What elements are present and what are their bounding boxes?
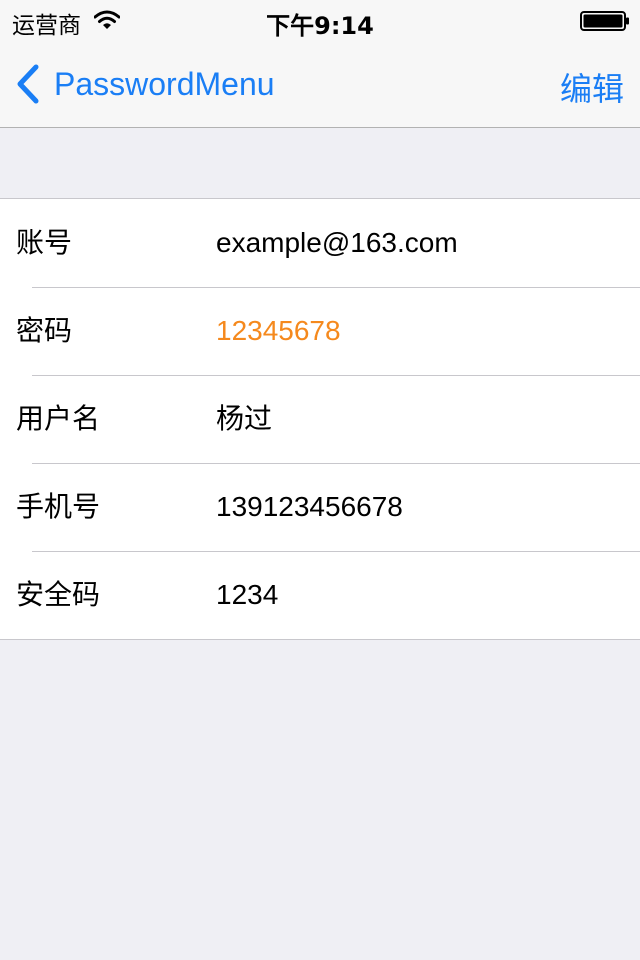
navigation-bar: PasswordMenu 编辑 — [0, 40, 640, 128]
edit-button[interactable]: 编辑 — [560, 64, 624, 110]
back-button-label: PasswordMenu — [54, 65, 275, 102]
table-row-password[interactable]: 密码 12345678 — [0, 287, 640, 375]
password-details-table: 账号 example@163.com 密码 12345678 用户名 杨过 手机… — [0, 198, 640, 640]
chevron-left-icon — [17, 64, 39, 104]
table-row-account[interactable]: 账号 example@163.com — [0, 199, 640, 287]
table-row-security-code[interactable]: 安全码 1234 — [0, 551, 640, 639]
row-label: 手机号 — [16, 490, 101, 523]
row-label: 密码 — [16, 314, 73, 347]
table-row-phone[interactable]: 手机号 139123456678 — [0, 463, 640, 551]
row-value: 杨过 — [216, 403, 273, 434]
back-button[interactable]: PasswordMenu — [14, 62, 275, 106]
row-label: 安全码 — [16, 578, 101, 611]
row-label: 账号 — [16, 226, 73, 259]
status-time: 下午9:14 — [266, 12, 374, 40]
row-value: 1234 — [216, 579, 279, 610]
row-value: example@163.com — [216, 227, 458, 258]
row-value: 12345678 — [216, 315, 341, 346]
row-value: 139123456678 — [216, 491, 403, 522]
battery-icon — [580, 11, 629, 31]
status-bar: 运营商 下午9:14 — [0, 0, 640, 40]
top-bar: 运营商 下午9:14 PasswordMenu 编辑 — [0, 0, 640, 128]
table-row-username[interactable]: 用户名 杨过 — [0, 375, 640, 463]
row-label: 用户名 — [16, 402, 101, 435]
